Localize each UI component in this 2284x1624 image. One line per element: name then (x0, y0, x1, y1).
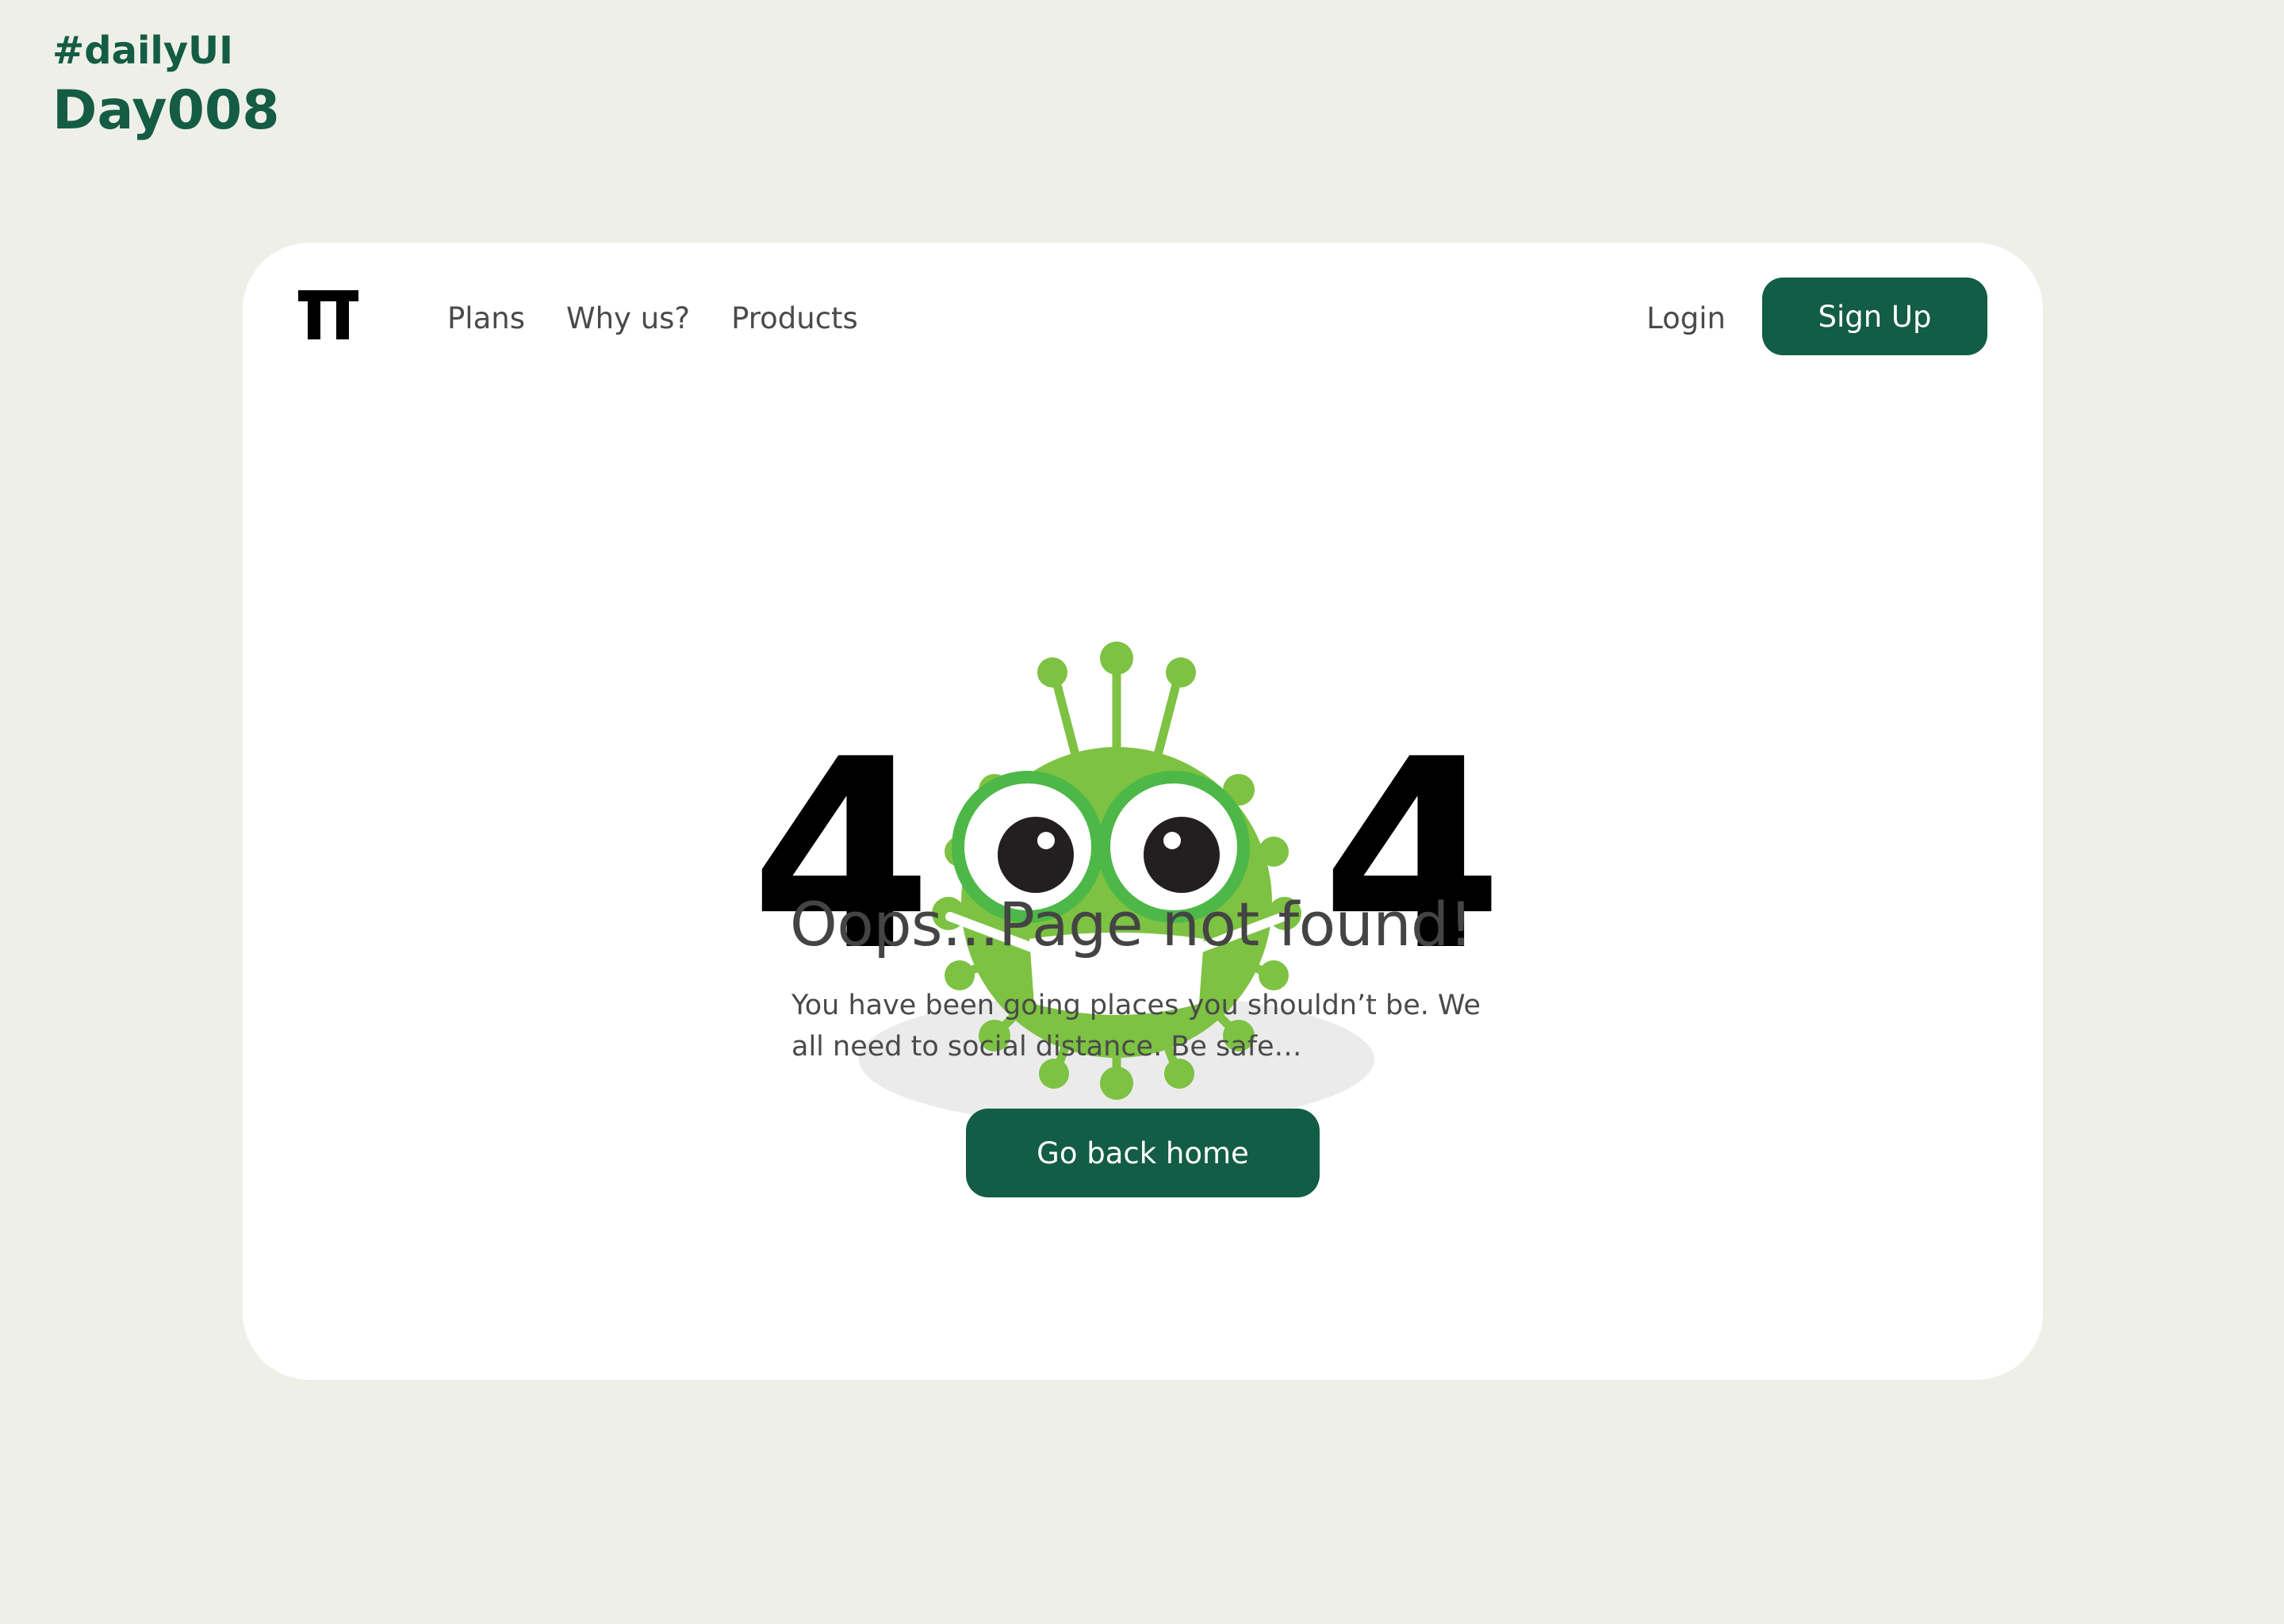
hashtag-label: #dailyUI (52, 29, 233, 73)
day-label: Day008 (52, 79, 280, 142)
nav-plans[interactable]: Plans (447, 302, 525, 335)
page-card: Plans Why us? Products Login Sign Up 4 4… (243, 243, 2043, 1380)
daily-ui-badge: #dailyUI Day008 (52, 32, 280, 138)
nav-products[interactable]: Products (731, 302, 858, 335)
login-link[interactable]: Login (1646, 302, 1726, 335)
nav-why-us[interactable]: Why us? (566, 302, 690, 335)
sign-up-button[interactable]: Sign Up (1762, 278, 1987, 355)
error-message: You have been going places you shouldn’t… (791, 990, 1481, 1063)
go-back-home-button[interactable]: Go back home (966, 1109, 1320, 1197)
tt-logo-icon[interactable] (298, 290, 358, 339)
error-headline: Oops...Page not found! (790, 889, 1473, 959)
main-nav: Plans Why us? Products (447, 302, 858, 335)
